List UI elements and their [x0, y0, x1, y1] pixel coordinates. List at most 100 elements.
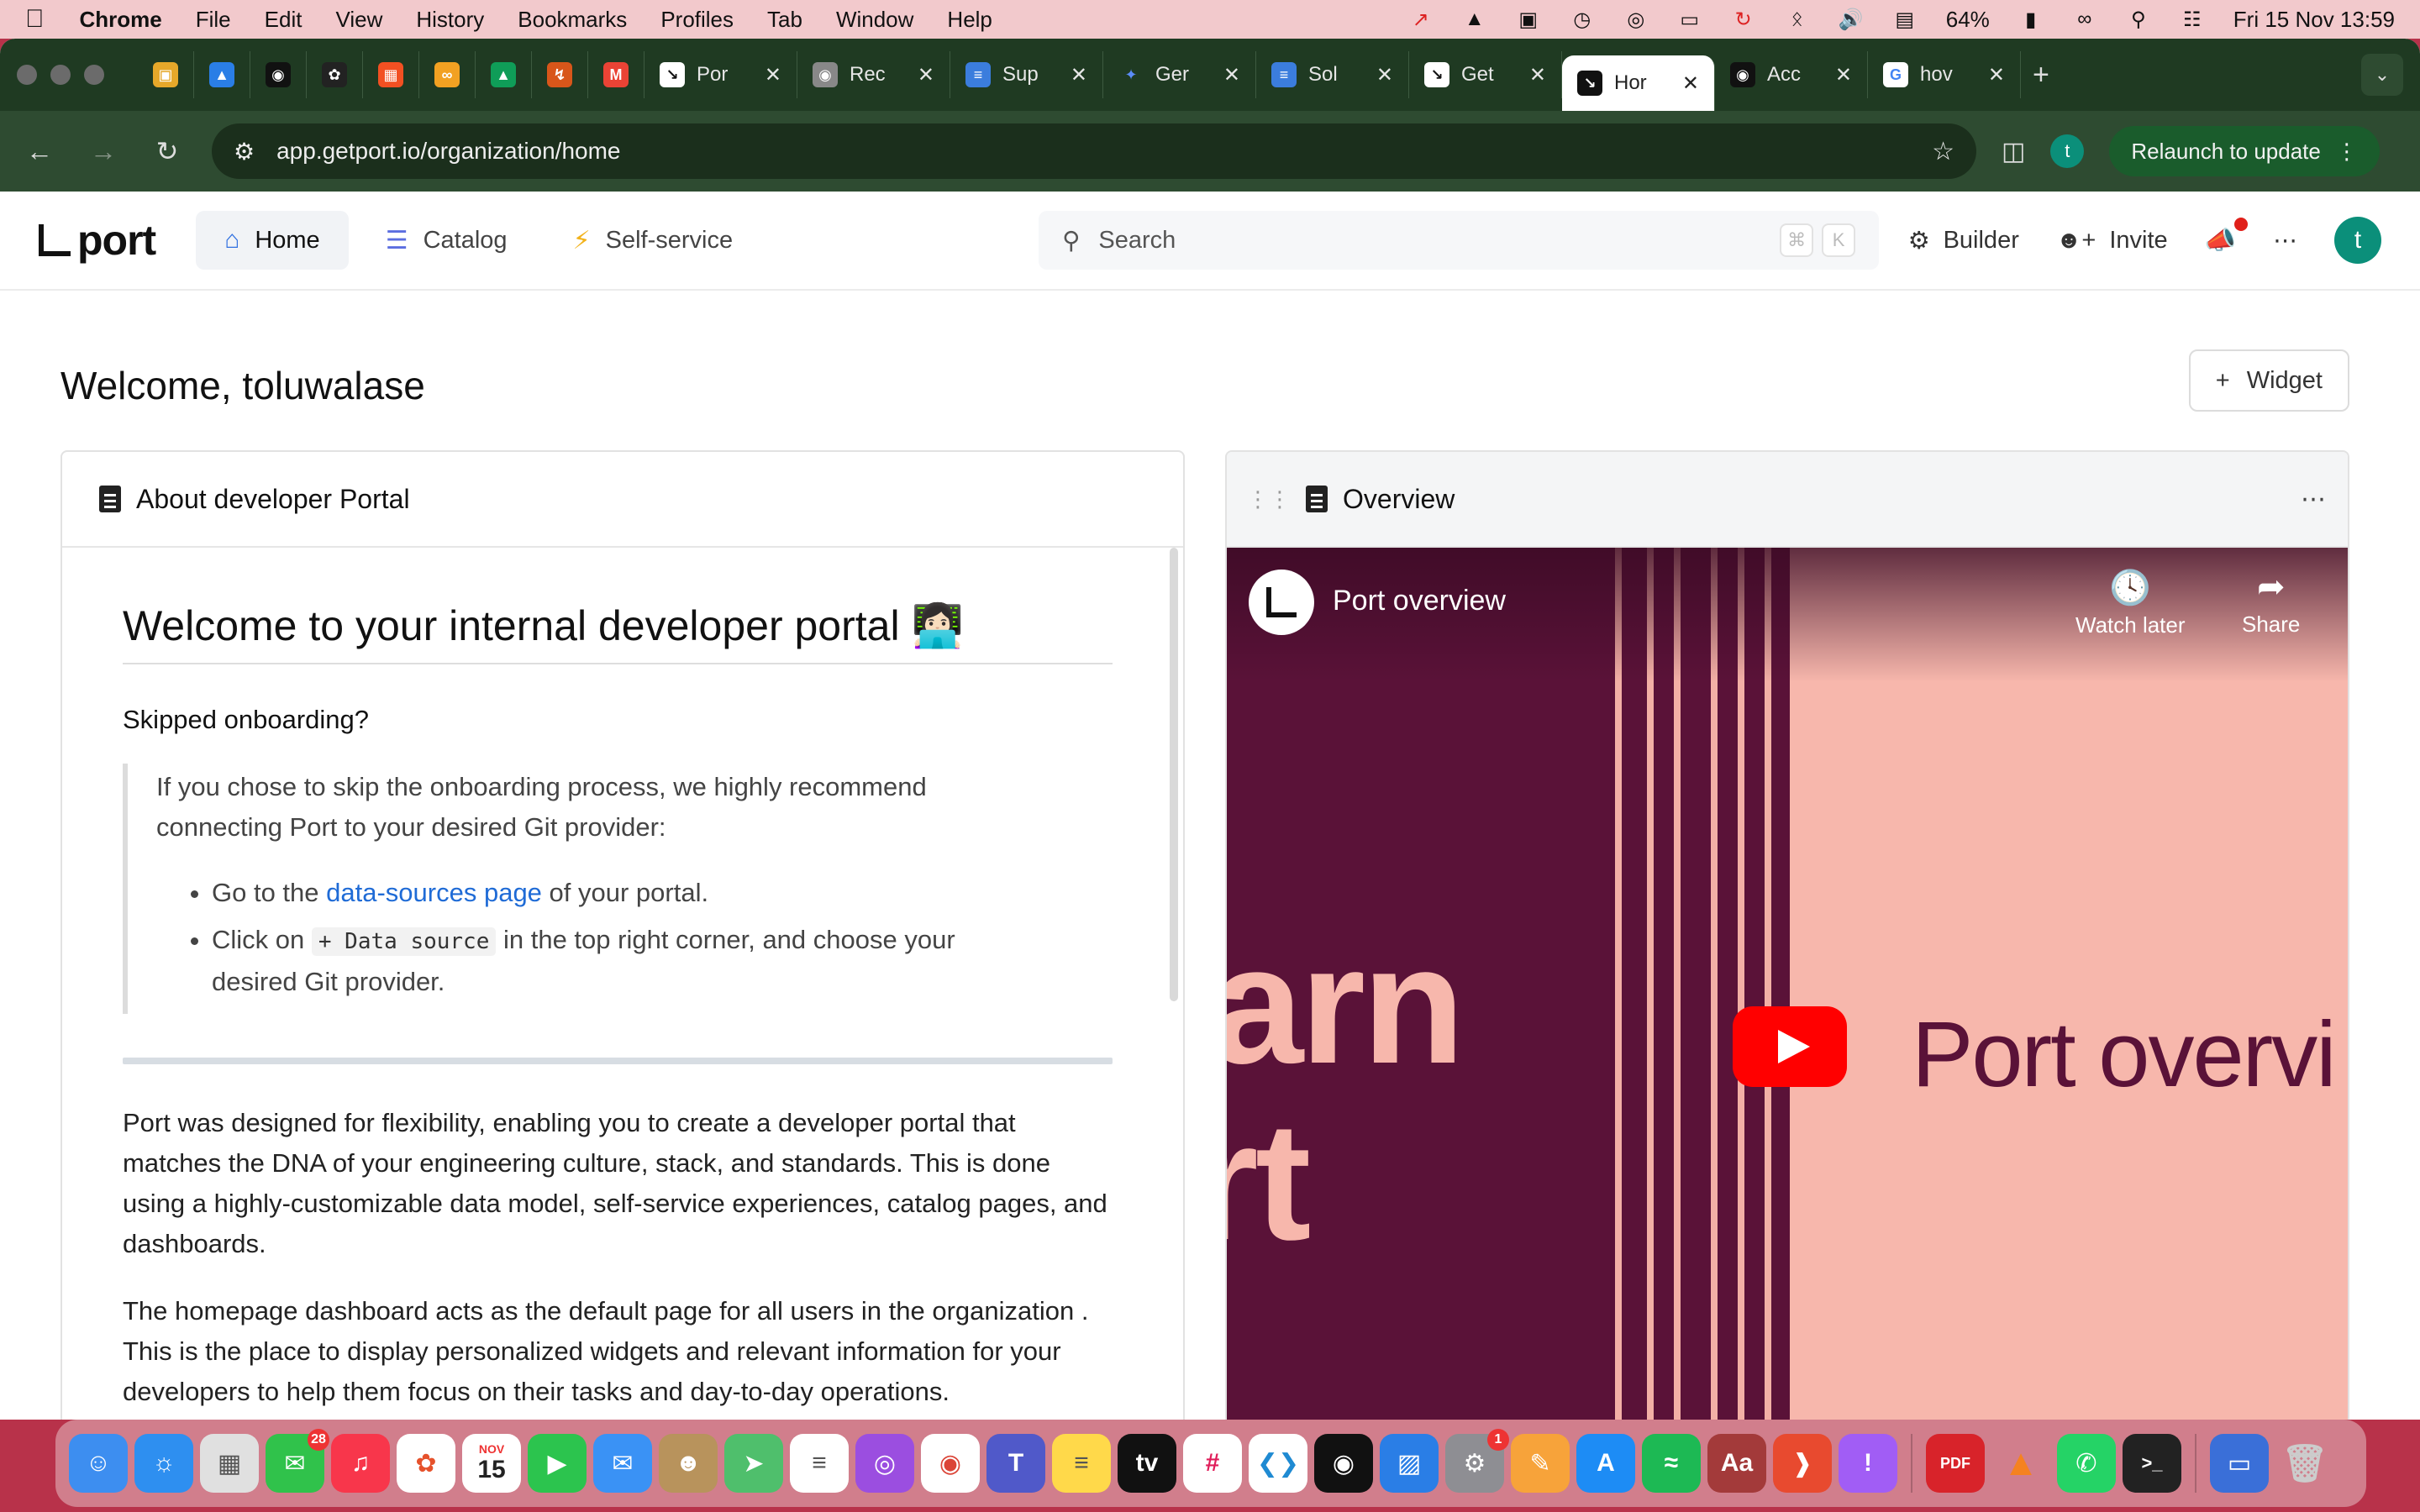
- menu-tab[interactable]: Tab: [767, 7, 802, 33]
- announcements-icon[interactable]: 📣: [2205, 217, 2248, 255]
- minimize-window-button[interactable]: [50, 65, 71, 85]
- video-title[interactable]: Port overview: [1333, 585, 1506, 617]
- share-button[interactable]: ➦ Share: [2242, 568, 2300, 638]
- more-icon[interactable]: ⋯: [2273, 226, 2297, 255]
- invite-button[interactable]: ☻+ Invite: [2056, 227, 2168, 255]
- pinned-tab-2[interactable]: ▲: [194, 51, 250, 98]
- volume-icon[interactable]: 🔊: [1839, 8, 1864, 31]
- close-tab-icon[interactable]: ✕: [918, 63, 934, 87]
- downloads-stack-icon[interactable]: ▭: [2210, 1434, 2269, 1493]
- facetime-icon[interactable]: ▶: [528, 1434, 587, 1493]
- menu-view[interactable]: View: [335, 7, 382, 33]
- menu-file[interactable]: File: [196, 7, 231, 33]
- url-text[interactable]: app.getport.io/organization/home: [276, 138, 620, 165]
- spotify-icon[interactable]: ≈: [1642, 1434, 1701, 1493]
- close-tab-icon[interactable]: ✕: [1835, 63, 1852, 87]
- relaunch-button[interactable]: Relaunch to update ⋮: [2109, 126, 2380, 176]
- notes-icon[interactable]: ≡: [1052, 1434, 1111, 1493]
- close-tab-icon[interactable]: ✕: [1071, 63, 1087, 87]
- sync-icon[interactable]: ↻: [1731, 8, 1756, 31]
- slack-icon[interactable]: #: [1183, 1434, 1242, 1493]
- address-bar[interactable]: ⚙ app.getport.io/organization/home ☆: [212, 123, 1976, 179]
- battery-icon[interactable]: ▮: [2018, 8, 2044, 31]
- port-logo[interactable]: port: [39, 216, 156, 265]
- pinned-tab-6[interactable]: ∞: [419, 51, 476, 98]
- activity-graph-icon[interactable]: ↗: [1408, 8, 1434, 31]
- feedback-icon[interactable]: !: [1839, 1434, 1897, 1493]
- tab-get[interactable]: ↘ Get ✕: [1409, 51, 1562, 98]
- close-tab-icon[interactable]: ✕: [1988, 63, 2005, 87]
- apple-icon[interactable]: : [25, 5, 45, 34]
- music-icon[interactable]: ♫: [331, 1434, 390, 1493]
- menu-history[interactable]: History: [416, 7, 484, 33]
- more-options-icon[interactable]: ⋯: [2301, 485, 2328, 514]
- safari-icon[interactable]: ☼: [134, 1434, 193, 1493]
- vlc-dock-icon[interactable]: ▲: [1991, 1434, 2050, 1493]
- watch-later-button[interactable]: 🕓 Watch later: [2075, 568, 2186, 638]
- tab-hov[interactable]: Ghov ✕: [1868, 51, 2021, 98]
- user-avatar[interactable]: t: [2334, 217, 2381, 264]
- menu-window[interactable]: Window: [836, 7, 913, 33]
- menu-app-name[interactable]: Chrome: [80, 7, 162, 33]
- nav-catalog[interactable]: ☰ Catalog: [357, 211, 536, 270]
- pinned-tab-1[interactable]: ▣: [138, 51, 194, 98]
- pinned-tab-9[interactable]: M: [588, 51, 644, 98]
- whatsapp-icon[interactable]: ✆: [2057, 1434, 2116, 1493]
- remote-desktop-icon[interactable]: ❱: [1773, 1434, 1832, 1493]
- channel-logo[interactable]: [1249, 570, 1314, 635]
- tab-sup[interactable]: ≡ Sup ✕: [950, 51, 1103, 98]
- dictionary-icon[interactable]: Aa: [1707, 1434, 1766, 1493]
- display-icon[interactable]: ▤: [1892, 8, 1918, 31]
- data-sources-link[interactable]: data-sources page: [326, 878, 542, 907]
- chrome-icon[interactable]: ◉: [921, 1434, 980, 1493]
- site-settings-icon[interactable]: ⚙: [234, 138, 255, 165]
- close-tab-icon[interactable]: ✕: [1682, 71, 1699, 96]
- pinned-tab-4[interactable]: ✿: [307, 51, 363, 98]
- github-desktop-icon[interactable]: ◉: [1314, 1434, 1373, 1493]
- system-settings-icon[interactable]: ⚙ 1: [1445, 1429, 1509, 1493]
- menubar-clock[interactable]: Fri 15 Nov 13:59: [2233, 7, 2395, 33]
- pinned-tab-8[interactable]: ↯: [532, 51, 588, 98]
- close-tab-icon[interactable]: ✕: [1529, 63, 1546, 87]
- pages-icon[interactable]: ✎: [1511, 1434, 1570, 1493]
- forward-icon[interactable]: →: [84, 136, 123, 167]
- close-tab-icon[interactable]: ✕: [1223, 63, 1240, 87]
- menu-edit[interactable]: Edit: [265, 7, 302, 33]
- nav-home[interactable]: ⌂ Home: [196, 211, 349, 270]
- bookmark-star-icon[interactable]: ☆: [1932, 137, 1954, 166]
- launchpad-icon[interactable]: ▦: [200, 1434, 259, 1493]
- spotlight-icon[interactable]: ⚲: [2126, 8, 2151, 31]
- profile-avatar[interactable]: t: [2050, 134, 2085, 168]
- reminders-icon[interactable]: ≡: [790, 1434, 849, 1493]
- time-machine-icon[interactable]: ◷: [1570, 8, 1595, 31]
- close-tab-icon[interactable]: ✕: [765, 63, 781, 87]
- back-icon[interactable]: ←: [20, 136, 59, 167]
- search-input[interactable]: ⚲ Search ⌘ K: [1039, 211, 1880, 270]
- new-tab-icon[interactable]: +: [2033, 59, 2049, 92]
- teams-icon[interactable]: T: [986, 1434, 1045, 1493]
- drag-handle-icon[interactable]: ⋮⋮: [1247, 486, 1291, 512]
- reload-icon[interactable]: ↻: [148, 135, 187, 167]
- tab-rec[interactable]: ◉ Rec ✕: [797, 51, 950, 98]
- bluetooth-icon[interactable]: ᛟ: [1785, 8, 1810, 30]
- vscode-icon[interactable]: ❮❯: [1249, 1434, 1307, 1493]
- extensions-icon[interactable]: ◫: [2002, 137, 2025, 166]
- menu-profiles[interactable]: Profiles: [660, 7, 734, 33]
- zoom-window-button[interactable]: [84, 65, 104, 85]
- builder-button[interactable]: ⚙ Builder: [1908, 226, 2019, 255]
- menu-bookmarks[interactable]: Bookmarks: [518, 7, 627, 33]
- photos-icon[interactable]: ✿: [397, 1434, 455, 1493]
- keynote-icon[interactable]: ▨: [1380, 1434, 1439, 1493]
- menu-help[interactable]: Help: [947, 7, 992, 33]
- tab-search-icon[interactable]: ⌄: [2361, 54, 2403, 96]
- tab-home-active[interactable]: ↘ Hor ✕: [1562, 55, 1715, 111]
- contacts-icon[interactable]: ☻: [659, 1434, 718, 1493]
- stage-manager-icon[interactable]: ▣: [1516, 8, 1541, 31]
- mail-icon[interactable]: ✉: [593, 1434, 652, 1493]
- vlc-icon[interactable]: ▲: [1462, 8, 1487, 30]
- tab-port-1[interactable]: ↘ Por ✕: [644, 51, 797, 98]
- play-button[interactable]: [1733, 1006, 1847, 1087]
- tab-sol[interactable]: ≡ Sol ✕: [1256, 51, 1409, 98]
- pdf-app-icon[interactable]: PDF: [1926, 1434, 1985, 1493]
- apple-tv-icon[interactable]: tv: [1118, 1434, 1176, 1493]
